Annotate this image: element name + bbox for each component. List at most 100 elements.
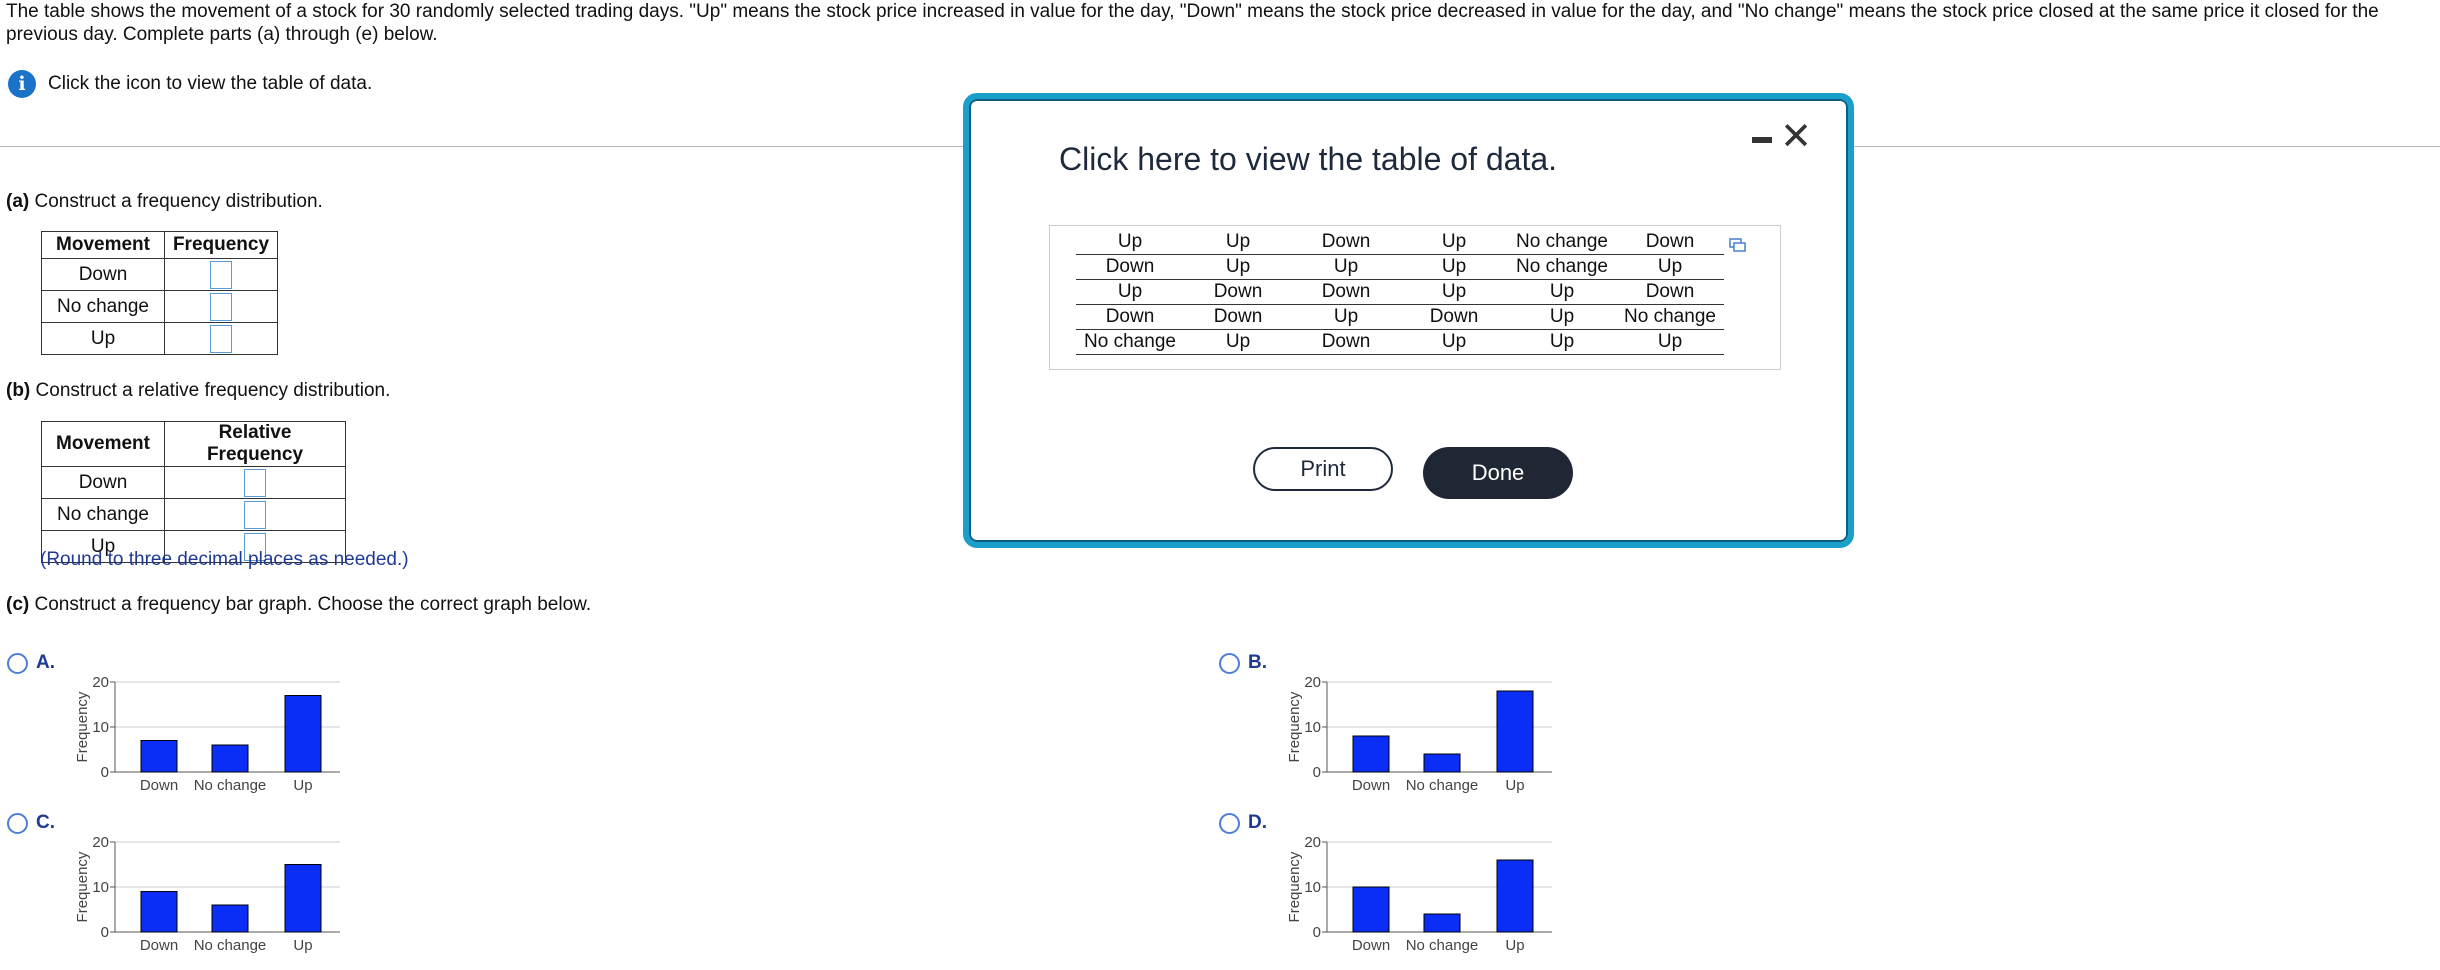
choice-a[interactable]: A. [7,652,55,674]
info-icon[interactable]: i [8,70,36,98]
y-tick-label: 0 [1313,764,1321,781]
x-tick-label: Up [293,937,312,954]
frequency-up-input[interactable] [210,324,232,353]
data-table-modal: Click here to view the table of data. ✕ … [963,93,1854,548]
data-cell: Down [1292,329,1400,355]
frequency-no-change-input[interactable] [210,292,232,321]
part-b-prompt: (b) Construct a relative frequency distr… [6,380,390,402]
bar [1423,753,1461,773]
data-cell: Down [1076,304,1184,330]
part-c-letter: (c) [6,594,30,615]
header-relative-frequency: Relative Frequency [164,421,346,467]
data-cell: Up [1292,304,1400,330]
frequency-down-input[interactable] [210,260,232,289]
row-label: Down [41,258,165,291]
x-tick-label: Up [293,777,312,794]
bar [140,740,178,773]
frequency-table: Movement Frequency Down No change Up [41,231,278,355]
data-table-frame: Up Up Down Up No change Down Down Up Up Up No chan… [1049,225,1781,370]
y-axis-label: Frequency [74,691,91,762]
minimize-icon[interactable] [1752,137,1772,143]
bar [211,744,249,773]
data-cell: No change [1508,230,1616,255]
y-axis-label: Frequency [1286,851,1303,922]
data-cell: Up [1076,279,1184,305]
choice-c-label: C. [36,812,55,833]
y-tick-label: 10 [92,879,109,896]
data-cell: Down [1292,279,1400,305]
x-tick-label: Down [1352,777,1390,794]
modal-title: Click here to view the table of data. [1059,141,1558,177]
done-button[interactable]: Done [1423,447,1573,499]
bar [1352,735,1390,773]
row-label: No change [41,290,165,323]
print-button[interactable]: Print [1253,447,1393,491]
part-b-letter: (b) [6,380,31,401]
radio-a[interactable] [7,652,28,674]
choice-b-label: B. [1248,652,1267,673]
x-tick-label: Down [1352,937,1390,954]
x-tick-label: Up [1505,937,1524,954]
bar [1496,859,1534,933]
relative-frequency-table: Movement Relative Frequency Down No chan… [41,421,346,563]
data-cell: Up [1184,329,1292,355]
radio-d[interactable] [1219,812,1240,834]
row-label: Down [41,466,165,499]
choice-b[interactable]: B. [1219,652,1267,674]
data-cell: Up [1508,329,1616,355]
info-row[interactable]: i Click the icon to view the table of da… [8,70,372,98]
relfreq-no-change-input[interactable] [244,500,266,529]
data-row: Down Up Up Up No change Up [1076,254,1724,280]
x-tick-label: No change [194,937,267,954]
y-tick-label: 0 [101,764,109,781]
question-intro: The table shows the movement of a stock … [6,1,2379,45]
data-row: No change Up Down Up Up Up [1076,329,1724,355]
data-cell: Down [1400,304,1508,330]
y-tick-label: 10 [1304,719,1321,736]
copy-icon[interactable] [1729,238,1746,252]
data-row: Down Down Up Down Up No change [1076,304,1724,330]
bar [1352,886,1390,933]
bar [1423,913,1461,933]
data-cell: Up [1292,254,1400,280]
header-movement: Movement [41,231,165,259]
data-cell: Up [1400,254,1508,280]
relfreq-down-input[interactable] [244,468,266,497]
x-tick-label: Down [140,777,178,794]
data-row: Up Down Down Up Up Down [1076,279,1724,305]
radio-c[interactable] [7,812,28,834]
bar [211,904,249,933]
y-tick-label: 0 [101,924,109,941]
x-tick-label: Up [1505,777,1524,794]
data-cell: Up [1184,254,1292,280]
choice-c[interactable]: C. [7,812,55,834]
part-c-prompt: (c) Construct a frequency bar graph. Cho… [6,594,591,616]
radio-b[interactable] [1219,652,1240,674]
data-cell: No change [1076,329,1184,355]
data-cell: Up [1076,230,1184,255]
data-cell: Down [1184,304,1292,330]
y-tick-label: 20 [1304,674,1321,691]
y-axis-label: Frequency [1286,691,1303,762]
bar-chart-b: 0 10 20Frequency Down No change Up [1286,674,1552,794]
data-cell: Up [1616,254,1724,280]
stock-movement-table: Up Up Down Up No change Down Down Up Up Up No chan… [1076,230,1724,355]
y-tick-label: 10 [1304,879,1321,896]
bar [284,864,322,933]
y-tick-label: 0 [1313,924,1321,941]
bar [1496,690,1534,773]
data-cell: Up [1400,279,1508,305]
header-movement: Movement [41,421,165,467]
x-tick-label: No change [1406,777,1479,794]
data-cell: Down [1292,230,1400,255]
close-icon[interactable]: ✕ [1780,113,1812,161]
y-tick-label: 20 [1304,834,1321,851]
choice-d-label: D. [1248,812,1267,833]
header-frequency: Frequency [164,231,278,259]
row-label: Up [41,322,165,355]
data-cell: Up [1400,329,1508,355]
data-cell: Down [1616,230,1724,255]
choice-d[interactable]: D. [1219,812,1267,834]
data-cell: Up [1616,329,1724,355]
choice-a-label: A. [36,652,55,673]
